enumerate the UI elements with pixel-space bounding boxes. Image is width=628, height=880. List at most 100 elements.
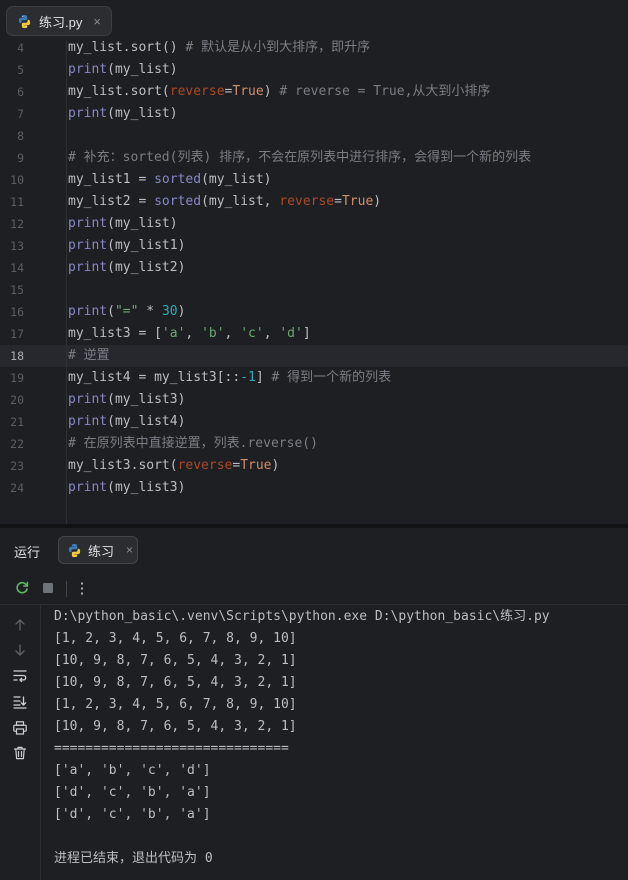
code-token: print <box>68 106 108 121</box>
code-token: 'a' <box>161 326 186 341</box>
line-number: 22 <box>10 437 24 451</box>
code-token: -1 <box>240 370 256 385</box>
code-token: sorted <box>154 172 202 187</box>
code-token: my_list. <box>68 40 131 55</box>
arrow-down-icon[interactable] <box>10 640 30 660</box>
trash-icon[interactable] <box>10 743 30 763</box>
console-line: [1, 2, 3, 4, 5, 6, 7, 8, 9, 10] <box>54 631 297 646</box>
code-token: print <box>68 392 108 407</box>
line-number: 12 <box>10 217 24 231</box>
line-number: 24 <box>10 481 24 495</box>
code-line[interactable]: print(my_list) <box>68 103 178 125</box>
code-token: , <box>224 326 241 341</box>
console-line: D:\python_basic\.venv\Scripts\python.exe… <box>54 609 550 624</box>
code-token: , <box>263 326 280 341</box>
code-line[interactable]: my_list4 = my_list3[::-1] # 得到一个新的列表 <box>68 367 391 389</box>
code-token: ] <box>255 370 272 385</box>
line-number: 8 <box>17 129 24 143</box>
editor-tab-label: 练习.py <box>39 14 83 30</box>
run-panel-title: 运行 <box>14 545 41 560</box>
stop-icon[interactable] <box>38 578 58 598</box>
code-token: ) <box>177 304 186 319</box>
code-line[interactable]: print(my_list) <box>68 213 178 235</box>
code-line[interactable]: my_list2 = sorted(my_list, reverse=True) <box>68 191 381 213</box>
code-token: my_list1 = <box>68 172 155 187</box>
code-token: ) <box>373 194 382 209</box>
more-options-icon[interactable]: ⋮ <box>72 578 92 598</box>
run-panel-header: 运行 练习 × <box>0 528 628 572</box>
line-number: 17 <box>10 327 24 341</box>
run-panel: 运行 练习 × ⋮ D:\python_basic\.venv\Scripts\… <box>0 528 628 880</box>
line-number: 10 <box>10 173 24 187</box>
code-token: (my_list4) <box>107 414 186 429</box>
line-number-gutter: 4 5 6 7 8 9 10 11 12 13 14 15 16 17 18 19 20 21 22 23 24 <box>0 40 40 524</box>
editor-tab-bar: 练习.py × <box>0 0 628 40</box>
code-token: my_list.sort( <box>68 84 170 99</box>
code-token: (my_list, <box>201 194 280 209</box>
run-config-tab[interactable]: 练习 × <box>58 536 138 564</box>
code-token: (my_list) <box>201 172 272 187</box>
code-token: print <box>68 480 108 495</box>
code-token: print <box>68 62 108 77</box>
code-token: (my_list) <box>107 106 178 121</box>
code-token: sort <box>130 40 162 55</box>
line-number: 4 <box>17 41 24 55</box>
arrow-up-icon[interactable] <box>10 615 30 635</box>
code-token: # 得到一个新的列表 <box>271 370 392 385</box>
code-token: # 在原列表中直接逆置，列表.reverse() <box>68 436 318 451</box>
code-token: reverse <box>169 84 225 99</box>
code-token: my_list4 = my_list3[:: <box>68 370 241 385</box>
code-token: reverse <box>279 194 335 209</box>
line-number: 15 <box>10 283 24 297</box>
close-icon[interactable]: × <box>93 14 101 29</box>
code-token: ) <box>271 458 280 473</box>
code-token: print <box>68 304 108 319</box>
code-line[interactable]: print(my_list3) <box>68 477 185 499</box>
console-line: ['d', 'c', 'b', 'a'] <box>54 785 211 800</box>
code-line[interactable]: print("=" * 30) <box>68 301 185 323</box>
code-line[interactable]: print(my_list1) <box>68 235 185 257</box>
console-line: ['d', 'c', 'b', 'a'] <box>54 807 211 822</box>
code-token: my_list3.sort( <box>68 458 178 473</box>
code-line[interactable]: my_list3.sort(reverse=True) <box>68 455 279 477</box>
code-line[interactable]: print(my_list4) <box>68 411 185 433</box>
line-number: 14 <box>10 261 24 275</box>
code-line[interactable]: my_list3 = ['a', 'b', 'c', 'd'] <box>68 323 311 345</box>
code-line[interactable]: print(my_list2) <box>68 257 185 279</box>
code-token: sorted <box>154 194 202 209</box>
code-token: , <box>185 326 202 341</box>
scroll-to-end-icon[interactable] <box>10 692 30 712</box>
console-line: [1, 2, 3, 4, 5, 6, 7, 8, 9, 10] <box>54 697 297 712</box>
soft-wrap-icon[interactable] <box>10 666 30 686</box>
code-line[interactable]: # 在原列表中直接逆置，列表.reverse() <box>68 433 318 455</box>
code-token: True <box>240 458 272 473</box>
code-token: # 默认是从小到大排序，即升序 <box>185 40 371 55</box>
line-number: 7 <box>17 107 24 121</box>
code-token: # 补充：sorted(列表) 排序，不会在原列表中进行排序，会得到一个新的列表 <box>68 150 532 165</box>
line-number: 11 <box>10 195 24 209</box>
code-line[interactable]: print(my_list3) <box>68 389 185 411</box>
line-number: 13 <box>10 239 24 253</box>
console-line: 进程已结束，退出代码为 0 <box>54 851 213 866</box>
code-token: 'b' <box>201 326 225 341</box>
code-editor[interactable]: 4 5 6 7 8 9 10 11 12 13 14 15 16 17 18 19 20 21 22 23 24 my_… <box>0 40 628 524</box>
code-token: 'd' <box>279 326 303 341</box>
code-line[interactable]: print(my_list) <box>68 59 178 81</box>
code-line[interactable]: my_list.sort() # 默认是从小到大排序，即升序 <box>68 40 370 59</box>
console-line: [10, 9, 8, 7, 6, 5, 4, 3, 2, 1] <box>54 675 297 690</box>
code-token: "=" <box>114 304 139 319</box>
editor-tab-file[interactable]: 练习.py × <box>6 6 112 36</box>
code-line[interactable]: my_list.sort(reverse=True) # reverse = T… <box>68 81 490 103</box>
code-line[interactable]: my_list1 = sorted(my_list) <box>68 169 272 191</box>
code-token: print <box>68 260 108 275</box>
close-icon[interactable]: × <box>126 543 133 557</box>
line-number: 16 <box>10 305 24 319</box>
run-toolbar: ⋮ <box>0 572 628 605</box>
code-token: print <box>68 216 108 231</box>
code-line[interactable]: # 逆置 <box>68 345 110 367</box>
rerun-icon[interactable] <box>12 578 32 598</box>
code-token: (my_list) <box>107 62 178 77</box>
print-icon[interactable] <box>10 718 30 738</box>
code-token: my_list2 = <box>68 194 155 209</box>
code-line[interactable]: # 补充：sorted(列表) 排序，不会在原列表中进行排序，会得到一个新的列表 <box>68 147 531 169</box>
